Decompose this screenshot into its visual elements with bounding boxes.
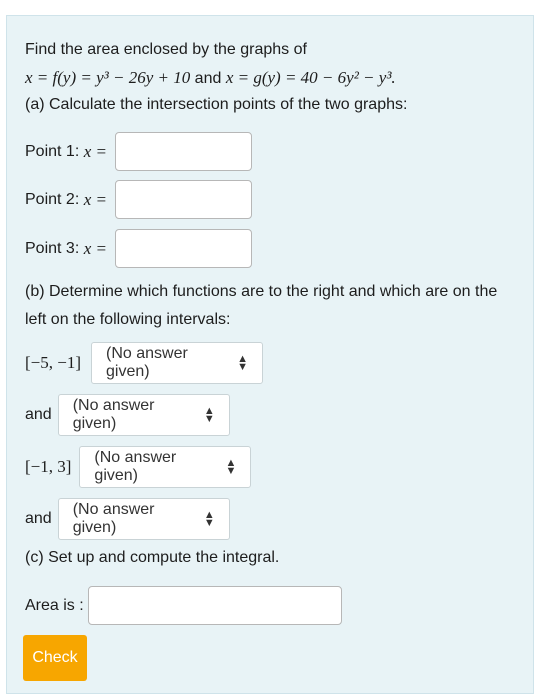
- point-2-input[interactable]: [114, 180, 252, 219]
- select-caret-icon: ▲ ▼: [203, 509, 215, 529]
- point-2-var: x =: [83, 189, 107, 209]
- select-value: (No answer given): [106, 345, 188, 380]
- point-1-label: Point 1:: [25, 142, 84, 160]
- area-input[interactable]: [87, 586, 342, 625]
- part-a-prompt: (a) Calculate the intersection points of…: [25, 96, 407, 114]
- select-caret-icon: ▲ ▼: [237, 353, 248, 373]
- point-1-row: Point 1: x =: [25, 132, 252, 171]
- part-b-line1: (b) Determine which functions are to the…: [25, 283, 498, 300]
- interval-1-label: [−5, −1]: [25, 353, 81, 372]
- select-value: (No answer given): [72, 397, 155, 432]
- part-b-prompt: (b) Determine which functions are to the…: [25, 278, 497, 334]
- interval-2-select-a[interactable]: (No answer given) ▲ ▼: [79, 446, 252, 488]
- point-1-var: x =: [83, 141, 107, 161]
- select-value: (No answer given): [72, 501, 155, 536]
- interval-1-select-a[interactable]: (No answer given) ▲ ▼: [91, 342, 263, 384]
- point-3-input[interactable]: [114, 229, 252, 268]
- part-a-text: (a) Calculate the intersection points of…: [25, 96, 408, 113]
- select-value: (No answer given): [94, 449, 177, 484]
- point-1-input[interactable]: [114, 132, 252, 171]
- interval-2-select-b[interactable]: (No answer given) ▲ ▼: [57, 498, 230, 540]
- point-2-label: Point 2:: [25, 190, 84, 208]
- part-c-text: (c) Set up and compute the integral.: [25, 549, 280, 566]
- interval-2-label: [−1, 3]: [25, 457, 72, 476]
- point-3-label: Point 3:: [25, 239, 84, 257]
- part-b-line2: left on the following intervals:: [25, 311, 231, 328]
- interval-1-select-b[interactable]: (No answer given) ▲ ▼: [57, 394, 230, 436]
- area-label: Area is :: [25, 596, 84, 614]
- and-label-1: and: [25, 406, 52, 423]
- problem-line2: x = f(y) = y³ − 26y + 10 and x = g(y) = …: [25, 64, 396, 93]
- interval-1-and-row: and (No answer given) ▲ ▼: [25, 394, 230, 436]
- point-3-row: Point 3: x =: [25, 229, 252, 268]
- interval-2-and-row: and (No answer given) ▲ ▼: [25, 498, 230, 540]
- equation-f: x = f(y) = y³ − 26y + 10: [25, 68, 191, 87]
- problem-statement: Find the area enclosed by the graphs of …: [25, 36, 396, 93]
- select-caret-icon: ▲ ▼: [203, 405, 215, 425]
- part-c-prompt: (c) Set up and compute the integral.: [25, 549, 279, 567]
- area-row: Area is :: [25, 586, 342, 625]
- select-caret-icon: ▲ ▼: [225, 457, 237, 477]
- equation-g: x = g(y) = 40 − 6y² − y³.: [225, 68, 396, 87]
- problem-line1: Find the area enclosed by the graphs of: [25, 41, 307, 58]
- point-3-var: x =: [83, 238, 107, 258]
- question-card: Find the area enclosed by the graphs of …: [6, 15, 534, 694]
- and-text: and: [194, 70, 222, 87]
- and-label-2: and: [25, 510, 52, 527]
- interval-2-row: [−1, 3] (No answer given) ▲ ▼: [25, 446, 252, 488]
- interval-1-row: [−5, −1] (No answer given) ▲ ▼: [25, 342, 263, 384]
- point-2-row: Point 2: x =: [25, 180, 252, 219]
- check-button[interactable]: Check: [23, 635, 87, 681]
